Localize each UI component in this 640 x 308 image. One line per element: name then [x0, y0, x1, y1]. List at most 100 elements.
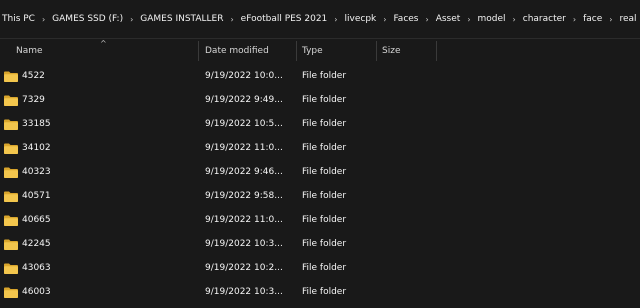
- list-item[interactable]: 4522 9/19/2022 10:0... File folder: [0, 64, 640, 88]
- column-header-row: ^ Name Date modified Type Size: [0, 39, 640, 63]
- item-name: 33185: [22, 119, 51, 129]
- item-name: 40665: [22, 215, 51, 225]
- file-explorer-window: This PC › GAMES SSD (F:) › GAMES INSTALL…: [0, 0, 640, 308]
- item-size: [382, 136, 442, 160]
- item-name: 4522: [22, 71, 45, 81]
- item-date-modified: 9/19/2022 10:0...: [205, 71, 283, 81]
- item-type: File folder: [302, 239, 347, 249]
- item-type: File folder: [302, 71, 347, 81]
- column-header-size[interactable]: Size: [382, 39, 432, 63]
- item-type: File folder: [302, 287, 347, 297]
- item-name-cell: 33185: [4, 112, 194, 136]
- column-header-type[interactable]: Type: [302, 39, 372, 63]
- item-date-modified: 9/19/2022 10:2...: [205, 263, 283, 273]
- folder-icon: [4, 143, 18, 154]
- breadcrumb-separator-icon[interactable]: ›: [604, 15, 617, 24]
- item-type: File folder: [302, 95, 347, 105]
- item-date-modified: 9/19/2022 11:0...: [205, 215, 283, 225]
- item-name: 42245: [22, 239, 51, 249]
- item-name-cell: 7329: [4, 88, 194, 112]
- breadcrumb-item-games-installer[interactable]: GAMES INSTALLER: [138, 14, 225, 24]
- list-item[interactable]: 42245 9/19/2022 10:3... File folder: [0, 232, 640, 256]
- breadcrumb-item-character[interactable]: character: [521, 14, 568, 24]
- column-divider[interactable]: [296, 41, 297, 61]
- item-name-cell: 42245: [4, 232, 194, 256]
- item-type: File folder: [302, 167, 347, 177]
- item-date-modified: 9/19/2022 9:49...: [205, 95, 283, 105]
- folder-icon: [4, 71, 18, 82]
- item-name: 40323: [22, 167, 51, 177]
- breadcrumb-item-livecpk[interactable]: livecpk: [343, 14, 379, 24]
- item-name: 7329: [22, 95, 45, 105]
- column-divider[interactable]: [198, 41, 199, 61]
- file-list: 4522 9/19/2022 10:0... File folder 7329 …: [0, 64, 640, 304]
- item-name-cell: 4522: [4, 64, 194, 88]
- column-header-date-modified[interactable]: Date modified: [205, 39, 293, 63]
- item-size: [382, 256, 442, 280]
- item-name-cell: 40665: [4, 208, 194, 232]
- list-item[interactable]: 34102 9/19/2022 11:0... File folder: [0, 136, 640, 160]
- item-type: File folder: [302, 191, 347, 201]
- list-item[interactable]: 33185 9/19/2022 10:5... File folder: [0, 112, 640, 136]
- item-size: [382, 232, 442, 256]
- folder-icon: [4, 263, 18, 274]
- item-date-modified: 9/19/2022 10:5...: [205, 119, 283, 129]
- breadcrumb-item-model[interactable]: model: [476, 14, 508, 24]
- breadcrumb-separator-icon[interactable]: ›: [37, 15, 50, 24]
- item-size: [382, 88, 442, 112]
- column-header-name[interactable]: Name: [16, 39, 196, 63]
- item-size: [382, 64, 442, 88]
- breadcrumb: This PC › GAMES SSD (F:) › GAMES INSTALL…: [0, 0, 640, 39]
- item-size: [382, 208, 442, 232]
- breadcrumb-separator-icon[interactable]: ›: [462, 15, 475, 24]
- item-date-modified: 9/19/2022 10:3...: [205, 239, 283, 249]
- breadcrumb-separator-icon[interactable]: ›: [378, 15, 391, 24]
- breadcrumb-separator-icon[interactable]: ›: [225, 15, 238, 24]
- breadcrumb-item-this-pc[interactable]: This PC: [0, 14, 37, 24]
- item-name: 46003: [22, 287, 51, 297]
- item-name-cell: 46003: [4, 280, 194, 304]
- column-divider[interactable]: [436, 41, 437, 61]
- folder-icon: [4, 119, 18, 130]
- item-type: File folder: [302, 263, 347, 273]
- item-name-cell: 34102: [4, 136, 194, 160]
- item-date-modified: 9/19/2022 9:46...: [205, 167, 283, 177]
- breadcrumb-item-face[interactable]: face: [581, 14, 604, 24]
- breadcrumb-item-faces[interactable]: Faces: [391, 14, 420, 24]
- folder-icon: [4, 239, 18, 250]
- item-name: 40571: [22, 191, 51, 201]
- item-name-cell: 43063: [4, 256, 194, 280]
- list-item[interactable]: 43063 9/19/2022 10:2... File folder: [0, 256, 640, 280]
- item-type: File folder: [302, 143, 347, 153]
- folder-icon: [4, 95, 18, 106]
- breadcrumb-item-asset[interactable]: Asset: [434, 14, 463, 24]
- breadcrumb-separator-icon[interactable]: ›: [568, 15, 581, 24]
- item-name: 43063: [22, 263, 51, 273]
- list-item[interactable]: 40665 9/19/2022 11:0... File folder: [0, 208, 640, 232]
- item-size: [382, 112, 442, 136]
- item-name: 34102: [22, 143, 51, 153]
- folder-icon: [4, 191, 18, 202]
- item-size: [382, 184, 442, 208]
- item-name-cell: 40571: [4, 184, 194, 208]
- item-date-modified: 9/19/2022 10:3...: [205, 287, 283, 297]
- breadcrumb-separator-icon[interactable]: ›: [125, 15, 138, 24]
- breadcrumb-item-games-ssd[interactable]: GAMES SSD (F:): [50, 14, 125, 24]
- breadcrumb-separator-icon[interactable]: ›: [508, 15, 521, 24]
- column-divider[interactable]: [376, 41, 377, 61]
- folder-icon: [4, 215, 18, 226]
- breadcrumb-separator-icon[interactable]: ›: [421, 15, 434, 24]
- breadcrumb-item-efootball[interactable]: eFootball PES 2021: [239, 14, 330, 24]
- list-item[interactable]: 40571 9/19/2022 9:58... File folder: [0, 184, 640, 208]
- breadcrumb-item-real[interactable]: real: [617, 14, 638, 24]
- item-type: File folder: [302, 215, 347, 225]
- list-item[interactable]: 46003 9/19/2022 10:3... File folder: [0, 280, 640, 304]
- folder-icon: [4, 287, 18, 298]
- item-name-cell: 40323: [4, 160, 194, 184]
- folder-icon: [4, 167, 18, 178]
- list-item[interactable]: 40323 9/19/2022 9:46... File folder: [0, 160, 640, 184]
- item-size: [382, 280, 442, 304]
- item-date-modified: 9/19/2022 11:0...: [205, 143, 283, 153]
- list-item[interactable]: 7329 9/19/2022 9:49... File folder: [0, 88, 640, 112]
- breadcrumb-separator-icon[interactable]: ›: [329, 15, 342, 24]
